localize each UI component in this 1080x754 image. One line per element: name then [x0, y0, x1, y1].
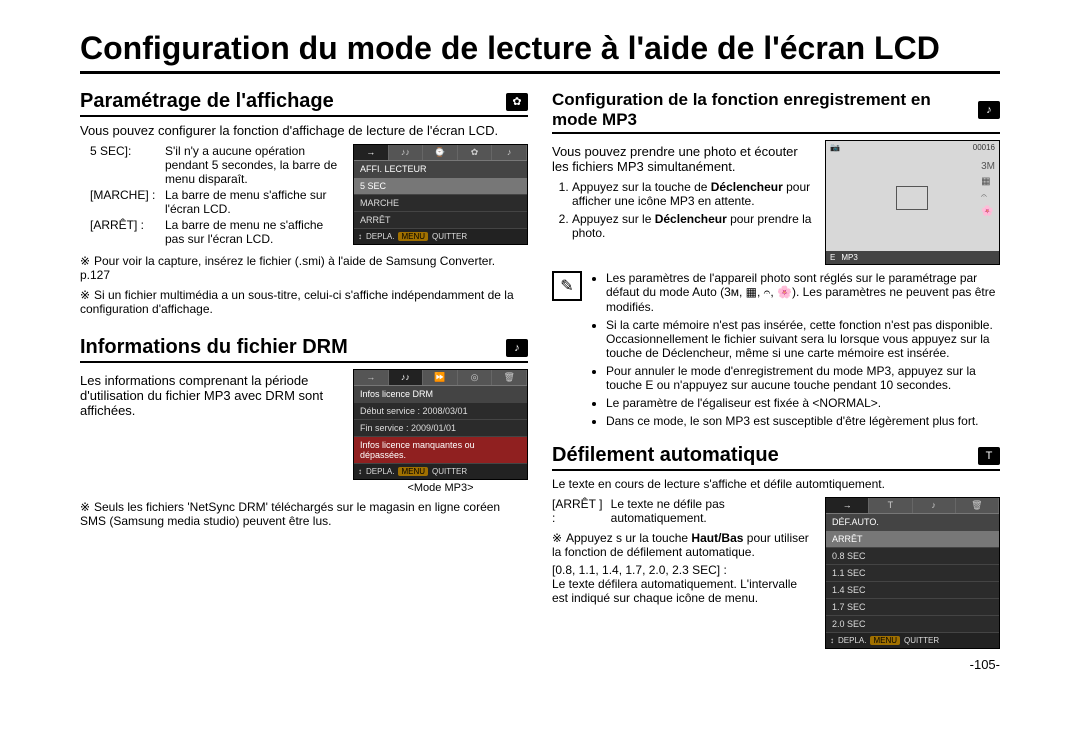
menu-header: AFFI. LECTEUR	[354, 161, 527, 178]
step: Appuyez sur le Déclencheur pour prendre …	[572, 212, 815, 240]
arrows-icon: ↕	[830, 636, 834, 645]
option-label: [0.8, 1.1, 1.4, 1.7, 2.0, 2.3 SEC] :	[552, 563, 815, 577]
section-heading: Informations du ﬁchier DRM	[80, 334, 500, 361]
info-item: Si la carte mémoire n'est pas insérée, c…	[606, 318, 1000, 360]
option-value: Le texte ne défile pas automatiquement.	[611, 497, 815, 525]
menu-item: 0.8 SEC	[826, 548, 999, 565]
focus-box	[896, 186, 928, 210]
lcd-screenshot-drm: →♪♪⏩◎🗑 Infos licence DRM Début service :…	[353, 369, 528, 480]
option-label: 5 SEC]:	[90, 144, 165, 186]
note-icon: ✎	[552, 271, 582, 301]
note: ※Pour voir la capture, insérez le fichie…	[80, 254, 528, 282]
section-intro: Vous pouvez prendre une photo et écouter…	[552, 144, 815, 174]
right-column: Conﬁguration de la fonction enregistreme…	[552, 84, 1000, 672]
menu-item: ARRÊT	[354, 212, 527, 229]
menu-item-error: Infos licence manquantes ou dépassées.	[354, 437, 527, 464]
section-heading: Déﬁlement automatique	[552, 442, 972, 469]
hint: ※Appuyez s ur la touche Haut/Bas pour ut…	[552, 531, 815, 559]
footer-move: DEPLA.	[366, 467, 394, 476]
menu-tag: MENU	[398, 232, 428, 241]
lcd-screenshot-display: →♪♪⌚✿♪ AFFI. LECTEUR 5 SEC MARCHE ARRÊT …	[353, 144, 528, 245]
music-icon: ♪	[978, 101, 1000, 119]
section-display-settings: Paramétrage de l'afﬁchage ✿	[80, 88, 528, 117]
menu-item: 1.1 SEC	[826, 565, 999, 582]
left-column: Paramétrage de l'afﬁchage ✿ Vous pouvez …	[80, 84, 528, 672]
info-item: Les paramètres de l'appareil photo sont …	[606, 271, 1000, 314]
section-drm: Informations du ﬁchier DRM ♪	[80, 334, 528, 363]
size-badge: 3M	[981, 161, 995, 172]
info-box: ✎ Les paramètres de l'appareil photo son…	[552, 271, 1000, 432]
step: Appuyez sur la touche de Déclencheur pou…	[572, 180, 815, 208]
menu-tag: MENU	[398, 467, 428, 476]
menu-item: 5 SEC	[354, 178, 527, 195]
info-item: Dans ce mode, le son MP3 est susceptible…	[606, 414, 1000, 428]
menu-tag: MENU	[870, 636, 900, 645]
menu-item: Début service : 2008/03/01	[354, 403, 527, 420]
mp3-label: MP3	[841, 253, 857, 262]
option-label: [MARCHE] :	[90, 188, 165, 216]
music-icon: ♪	[506, 339, 528, 357]
option-value: S'il n'y a aucune opération pendant 5 se…	[165, 144, 343, 186]
menu-item: 1.7 SEC	[826, 599, 999, 616]
option-label: [ARRÊT] :	[90, 218, 165, 246]
section-intro: Vous pouvez configurer la fonction d'aff…	[80, 123, 528, 138]
section-autoscroll: Déﬁlement automatique T	[552, 442, 1000, 471]
section-intro: Les informations comprenant la période d…	[80, 373, 343, 418]
footer-exit: QUITTER	[432, 467, 467, 476]
option-value: La barre de menu ne s'affiche pas sur l'…	[165, 218, 343, 246]
footer-move: DEPLA.	[838, 636, 866, 645]
page-title: Conﬁguration du mode de lecture à l'aide…	[80, 30, 1000, 74]
menu-item: MARCHE	[354, 195, 527, 212]
arrows-icon: ↕	[358, 467, 362, 476]
section-heading: Conﬁguration de la fonction enregistreme…	[552, 88, 972, 132]
menu-item: 1.4 SEC	[826, 582, 999, 599]
option-value: Le texte défilera automatiquement. L'int…	[552, 577, 815, 605]
lcd-preview: 📷 00016 3M ▦ 𝄐 🌸 E MP3	[825, 140, 1000, 265]
menu-item: ARRÊT	[826, 531, 999, 548]
option-label: [ARRÊT ] :	[552, 497, 607, 525]
caption: <Mode MP3>	[353, 482, 528, 494]
display-options-list: 5 SEC]:S'il n'y a aucune opération penda…	[90, 144, 343, 248]
mode-icon: 🌸	[981, 206, 995, 217]
flash-icon: 𝄐	[981, 191, 995, 202]
counter: 00016	[973, 143, 995, 152]
quality-icon: ▦	[981, 176, 995, 187]
lcd-screenshot-autoscroll: →T♪🗑 DÉF.AUTO. ARRÊT 0.8 SEC 1.1 SEC 1.4…	[825, 497, 1000, 649]
menu-item: 2.0 SEC	[826, 616, 999, 633]
text-icon: T	[978, 447, 1000, 465]
note: ※Si un fichier multimédia a un sous-titr…	[80, 288, 528, 316]
arrows-icon: ↕	[358, 232, 362, 241]
steps-list: Appuyez sur la touche de Déclencheur pou…	[552, 180, 815, 240]
menu-header: Infos licence DRM	[354, 386, 527, 403]
page-number: -105-	[552, 657, 1000, 672]
footer-move: DEPLA.	[366, 232, 394, 241]
section-mp3-record: Conﬁguration de la fonction enregistreme…	[552, 88, 1000, 134]
info-item: Pour annuler le mode d'enregistrement du…	[606, 364, 1000, 392]
section-intro: Le texte en cours de lecture s'affiche e…	[552, 477, 1000, 491]
note: ※Seuls les fichiers 'NetSync DRM' téléch…	[80, 500, 528, 528]
camera-icon: 📷	[830, 143, 840, 152]
option-value: La barre de menu s'affiche sur l'écran L…	[165, 188, 343, 216]
footer-exit: QUITTER	[904, 636, 939, 645]
e-label: E	[830, 253, 835, 262]
section-heading: Paramétrage de l'afﬁchage	[80, 88, 500, 115]
gear-icon: ✿	[506, 93, 528, 111]
menu-header: DÉF.AUTO.	[826, 514, 999, 531]
menu-item: Fin service : 2009/01/01	[354, 420, 527, 437]
footer-exit: QUITTER	[432, 232, 467, 241]
info-item: Le paramètre de l'égaliseur est fixée à …	[606, 396, 1000, 410]
